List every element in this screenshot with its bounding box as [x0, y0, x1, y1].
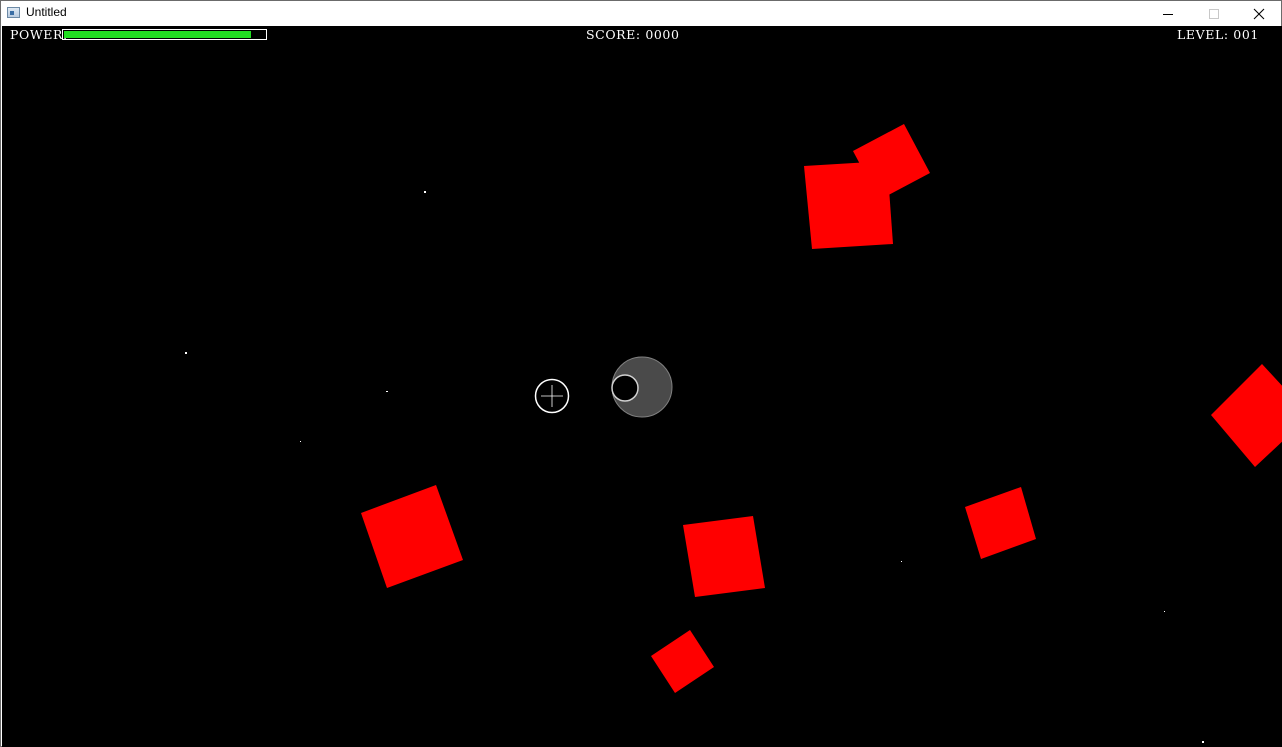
asteroids — [361, 124, 1282, 693]
star — [185, 352, 187, 354]
level-label: LEVEL: — [1177, 27, 1229, 42]
level-display: LEVEL: 001 — [1177, 27, 1259, 42]
asteroid — [361, 485, 463, 588]
power-bar-fill — [64, 31, 251, 38]
app-icon — [7, 7, 20, 18]
window-title: Untitled — [26, 5, 67, 19]
player-cockpit — [611, 374, 639, 402]
asteroid — [1211, 364, 1282, 467]
asteroid — [651, 630, 714, 693]
star — [386, 391, 388, 392]
minimize-icon — [1163, 13, 1173, 15]
star — [424, 191, 426, 193]
star — [1164, 611, 1165, 612]
maximize-button[interactable] — [1191, 1, 1237, 26]
close-icon — [1253, 8, 1265, 19]
asteroid — [804, 161, 893, 249]
maximize-icon — [1209, 8, 1219, 19]
level-value: 001 — [1233, 27, 1259, 42]
player-ship — [611, 356, 673, 418]
star — [901, 561, 902, 562]
playfield[interactable] — [2, 26, 1282, 747]
score-label: SCORE: — [586, 27, 641, 42]
game-canvas[interactable]: POWER: SCORE: 0000 LEVEL: 001 — [2, 26, 1282, 747]
minimize-button[interactable] — [1145, 1, 1191, 26]
power-bar — [62, 29, 267, 40]
score-display: SCORE: 0000 — [586, 27, 680, 42]
game-window: Untitled POWER: SCORE: 0000 LEVEL: 001 — [0, 0, 1282, 747]
power-label: POWER: — [10, 27, 68, 42]
score-value: 0000 — [645, 27, 680, 42]
close-button[interactable] — [1236, 1, 1282, 26]
asteroid — [683, 516, 765, 597]
star — [300, 441, 301, 442]
crosshair-icon — [534, 378, 570, 414]
title-bar[interactable]: Untitled — [1, 1, 1281, 26]
star — [1202, 741, 1204, 743]
asteroid — [965, 487, 1036, 559]
